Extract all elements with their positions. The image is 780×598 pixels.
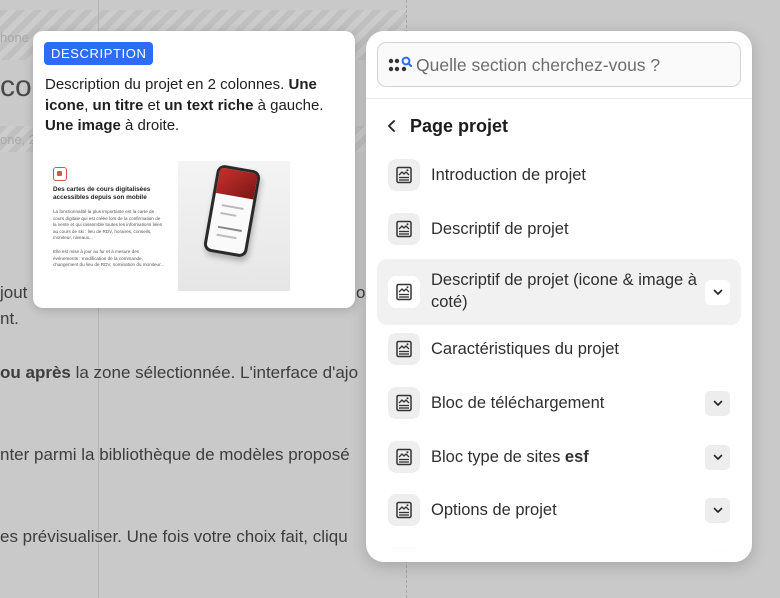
thumbnail-title: Des cartes de cours digitalisées accessi…	[53, 186, 151, 201]
expand-variants-button[interactable]	[705, 390, 730, 416]
section-template-icon	[388, 441, 420, 473]
preview-desc-bold: un titre	[92, 96, 144, 114]
section-template-icon	[388, 494, 420, 526]
back-to-page-projet-button[interactable]: Page projet	[384, 113, 508, 139]
thumbnail-phone-line	[221, 204, 244, 210]
background-text-line-5: es prévisualiser. Une fois votre choix f…	[0, 527, 348, 546]
section-item-label: Descriptif de projet	[431, 220, 569, 238]
section-item-label: Descriptif de projet (icone & image à co…	[431, 271, 697, 311]
section-template-icon	[388, 213, 420, 245]
background-small-label-2: one, 2	[0, 132, 37, 147]
section-template-icon	[388, 276, 420, 308]
section-list-item[interactable]: Bloc type de sites esf	[377, 434, 741, 480]
preview-desc-text: ,	[84, 96, 93, 114]
background-text-line-3: ou après la zone sélectionnée. L'interfa…	[0, 363, 358, 383]
section-list-item[interactable]: Caractéristiques du projet	[377, 326, 741, 372]
thumbnail-logo-icon	[53, 167, 67, 181]
background-text-line-1: jout	[0, 283, 28, 302]
section-list-item[interactable]: Bloc de téléchargement	[377, 380, 741, 426]
section-item-label: Bloc de téléchargement	[431, 394, 605, 412]
list-fade-overlay	[366, 530, 752, 562]
background-text-line-4: nter parmi la bibliothèque de modèles pr…	[0, 445, 350, 464]
thumbnail-phone-line	[216, 233, 237, 240]
background-text-rest: la zone sélectionnée. L'interface d'ajo	[70, 363, 359, 382]
expand-variants-button[interactable]	[705, 279, 730, 305]
preview-desc-text: Description du projet en 2 colonnes.	[45, 76, 289, 93]
section-item-label-bold: esf	[564, 448, 589, 466]
background-text-line-2: nt.	[0, 309, 19, 328]
section-item-label: Bloc type de sites esf	[431, 448, 589, 466]
thumbnail-phone-line	[220, 212, 237, 217]
expand-variants-button[interactable]	[705, 444, 730, 470]
preview-category-badge: DESCRIPTION	[44, 42, 154, 65]
background-text-line-1-end: o	[356, 283, 366, 302]
section-list-item[interactable]: Descriptif de projet	[377, 206, 741, 252]
background-bold-text: ou après	[0, 363, 71, 382]
section-template-icon	[388, 333, 420, 365]
section-list-item[interactable]: Descriptif de projet (icone & image à co…	[377, 259, 741, 325]
section-template-icon	[388, 387, 420, 419]
background-small-label: hone	[0, 30, 29, 45]
preview-desc-bold: Une image	[45, 117, 121, 134]
thumbnail-body-2: Elle est mise à jour au fur et à mesure …	[53, 249, 165, 268]
thumbnail-phone-line	[217, 225, 242, 232]
background-heading: co	[0, 70, 32, 103]
preview-desc-text: à droite.	[120, 117, 180, 134]
section-list-item[interactable]: Options de projet	[377, 487, 741, 533]
thumbnail-phone-photo	[215, 167, 258, 200]
section-list-item[interactable]: Introduction de projet	[377, 152, 741, 198]
chevron-down-icon	[713, 400, 722, 406]
section-item-label: Caractéristiques du projet	[431, 340, 620, 358]
preview-desc-text: et	[143, 96, 165, 114]
chevron-down-icon	[713, 454, 722, 460]
chevron-down-icon	[713, 289, 722, 295]
preview-thumbnail: Des cartes de cours digitalisées accessi…	[45, 153, 295, 295]
category-title: Page projet	[410, 115, 509, 136]
preview-desc-bold: un text riche	[164, 96, 254, 114]
section-template-icon	[388, 159, 420, 191]
thumbnail-body: La fonctionnalité la plus importante est…	[53, 209, 163, 241]
chevron-left-icon	[388, 120, 395, 132]
preview-description: Description du projet en 2 colonnes. Une…	[45, 75, 345, 137]
section-preview-card: DESCRIPTION Description du projet en 2 c…	[33, 31, 355, 308]
section-picker-panel: Page projet Introduction de projet Desc	[366, 31, 752, 562]
section-item-label: Options de projet	[431, 501, 557, 519]
panel-divider	[366, 98, 752, 99]
search-box	[377, 42, 741, 87]
section-item-label: Introduction de projet	[431, 166, 587, 184]
chevron-down-icon	[713, 507, 722, 513]
preview-desc-text: à gauche.	[253, 96, 324, 114]
expand-variants-button[interactable]	[705, 497, 730, 523]
search-input[interactable]	[416, 47, 732, 83]
search-dots-icon	[388, 56, 412, 72]
